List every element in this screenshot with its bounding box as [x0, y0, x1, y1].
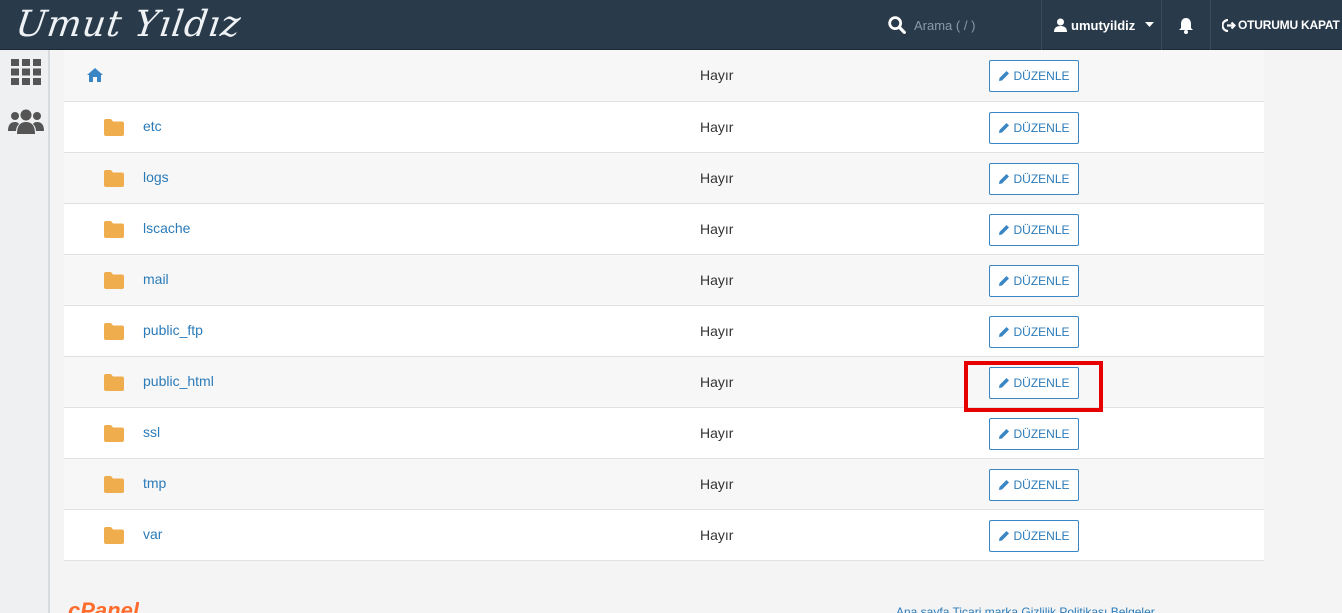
edit-button-public-html[interactable]: DÜZENLE: [989, 367, 1079, 399]
pencil-icon: [999, 327, 1010, 337]
folder-icon: [104, 170, 124, 187]
edit-button[interactable]: DÜZENLE: [989, 418, 1079, 450]
folder-icon: [104, 119, 124, 136]
home-icon[interactable]: [86, 67, 104, 83]
grid-icon: [11, 59, 41, 85]
directory-link[interactable]: public_html: [143, 373, 214, 389]
pencil-icon: [999, 225, 1010, 235]
edit-button[interactable]: DÜZENLE: [989, 163, 1079, 195]
table-row: ssl Hayır DÜZENLE: [64, 408, 1264, 459]
logout-button[interactable]: OTURUMU KAPAT: [1212, 0, 1342, 50]
sidebar: [0, 50, 50, 613]
directory-link[interactable]: mail: [143, 271, 169, 287]
table-row: public_ftp Hayır DÜZENLE: [64, 306, 1264, 357]
table-row: etc Hayır DÜZENLE: [64, 102, 1264, 153]
edit-button[interactable]: DÜZENLE: [989, 520, 1079, 552]
username-label: umutyildiz: [1071, 17, 1136, 33]
logout-icon: [1222, 18, 1236, 32]
pencil-icon: [999, 71, 1010, 81]
folder-icon: [104, 425, 124, 442]
status-text: Hayır: [700, 425, 734, 441]
folder-icon: [104, 527, 124, 544]
status-text: Hayır: [700, 374, 734, 390]
users-icon: [8, 109, 44, 134]
edit-button[interactable]: DÜZENLE: [989, 265, 1079, 297]
search-input[interactable]: [914, 13, 1034, 37]
edit-button[interactable]: DÜZENLE: [989, 214, 1079, 246]
user-icon: [1054, 18, 1067, 32]
logout-label: OTURUMU KAPAT: [1238, 18, 1340, 32]
pencil-icon: [999, 123, 1010, 133]
status-text: Hayır: [700, 221, 734, 237]
pencil-icon: [999, 480, 1010, 490]
status-text: Hayır: [700, 67, 734, 83]
edit-button-home[interactable]: DÜZENLE: [989, 60, 1079, 92]
pencil-icon: [999, 429, 1010, 439]
directory-link[interactable]: etc: [143, 118, 162, 134]
top-bar: Umut Yıldız umutyildiz OTURUMU KAPAT: [0, 0, 1342, 50]
status-text: Hayır: [700, 323, 734, 339]
edit-button[interactable]: DÜZENLE: [989, 112, 1079, 144]
search-icon: [888, 16, 906, 34]
caret-down-icon: [1145, 22, 1155, 27]
table-row: mail Hayır DÜZENLE: [64, 255, 1264, 306]
edit-button[interactable]: DÜZENLE: [989, 469, 1079, 501]
edit-button[interactable]: DÜZENLE: [989, 316, 1079, 348]
brand-logo[interactable]: Umut Yıldız: [13, 2, 244, 48]
pencil-icon: [999, 174, 1010, 184]
search-box[interactable]: [878, 0, 1038, 50]
directory-link[interactable]: tmp: [143, 475, 166, 491]
status-text: Hayır: [700, 527, 734, 543]
sidebar-item-home[interactable]: [8, 56, 44, 88]
table-row: Hayır DÜZENLE: [64, 50, 1264, 102]
status-text: Hayır: [700, 170, 734, 186]
folder-icon: [104, 221, 124, 238]
table-row: lscache Hayır DÜZENLE: [64, 204, 1264, 255]
table-row: tmp Hayır DÜZENLE: [64, 459, 1264, 510]
cpanel-logo[interactable]: cPanel: [68, 600, 139, 613]
pencil-icon: [999, 276, 1010, 286]
pencil-icon: [999, 378, 1010, 388]
status-text: Hayır: [700, 119, 734, 135]
table-row-public-html: public_html Hayır DÜZENLE: [64, 357, 1264, 408]
status-text: Hayır: [700, 272, 734, 288]
folder-icon: [104, 272, 124, 289]
directory-link[interactable]: ssl: [143, 424, 160, 440]
directory-link[interactable]: logs: [143, 169, 169, 185]
directory-link[interactable]: var: [143, 526, 162, 542]
pencil-icon: [999, 531, 1010, 541]
sidebar-item-users[interactable]: [8, 106, 44, 138]
folder-icon: [104, 476, 124, 493]
bell-icon: [1179, 17, 1193, 34]
notifications-button[interactable]: [1161, 0, 1211, 50]
directory-link[interactable]: public_ftp: [143, 322, 203, 338]
table-row: var Hayır DÜZENLE: [64, 510, 1264, 561]
status-text: Hayır: [700, 476, 734, 492]
directory-link[interactable]: lscache: [143, 220, 190, 236]
footer-links[interactable]: Ana sayfa Ticari marka Gizlilik Politika…: [896, 605, 1155, 613]
folder-icon: [104, 323, 124, 340]
directory-table: Hayır DÜZENLE etc Hayır DÜZENLE logs Hay…: [64, 50, 1264, 561]
folder-icon: [104, 374, 124, 391]
user-menu[interactable]: umutyildiz: [1041, 0, 1161, 50]
table-row: logs Hayır DÜZENLE: [64, 153, 1264, 204]
